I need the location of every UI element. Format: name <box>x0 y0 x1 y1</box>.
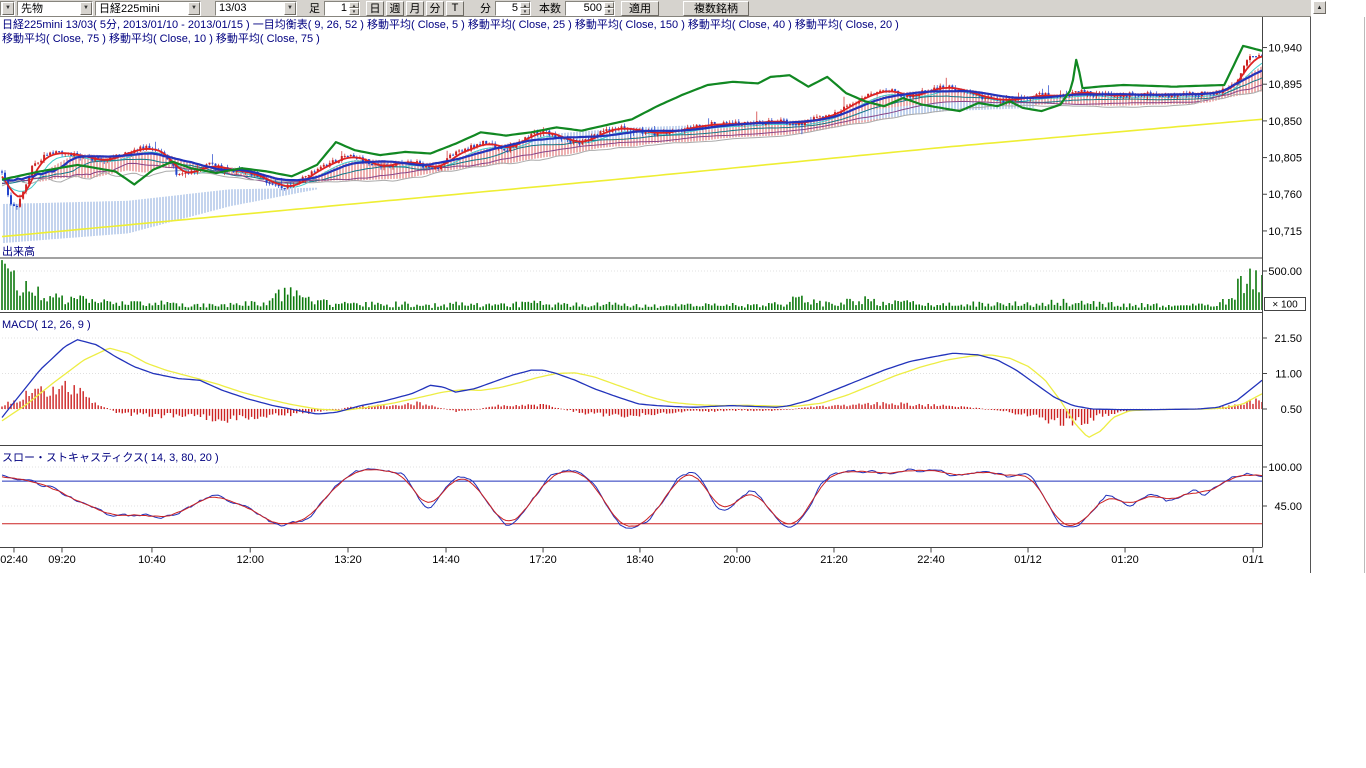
main-toolbar: ▼ 先物 ▼ 日経225mini ▼ 13/03 ▼ 足 1 ▲▼ 日 週 月 … <box>0 0 1311 17</box>
volume-multiplier-label: × 100 <box>1272 300 1298 311</box>
period-tick-button[interactable]: T <box>446 1 464 16</box>
price-axis-label: 10,940 <box>1268 43 1302 55</box>
price-axis-label: 10,895 <box>1268 79 1302 91</box>
interval-value: 1 <box>325 2 349 14</box>
period-minute-button[interactable]: 分 <box>426 1 444 16</box>
bars-spinner[interactable]: 500 ▲▼ <box>565 1 615 16</box>
indicator-header-line2: 移動平均( Close, 75 ) 移動平均( Close, 10 ) 移動平均… <box>2 31 320 45</box>
macd-panel <box>1 338 1262 437</box>
dropdown-arrow-icon: ▼ <box>2 2 14 15</box>
stoch-panel <box>2 467 1262 528</box>
time-axis-label: 18:40 <box>626 554 654 566</box>
contract-month-dropdown[interactable]: 13/03 ▼ <box>215 1 297 16</box>
symbol-dropdown[interactable]: 日経225mini ▼ <box>95 1 201 16</box>
stoch-panel-title: スロー・ストキャスティクス( 14, 3, 80, 20 ) <box>2 451 219 464</box>
macd-axis-label: 0.50 <box>1281 404 1302 416</box>
edge-dropdown-stub[interactable]: ▼ <box>0 1 15 16</box>
instrument-type-value: 先物 <box>21 0 43 16</box>
price-axis-label: 10,850 <box>1268 116 1302 128</box>
multi-symbol-button[interactable]: 複数銘柄 <box>683 1 749 16</box>
period-day-button[interactable]: 日 <box>366 1 384 16</box>
apply-button[interactable]: 適用 <box>621 1 659 16</box>
spinner-arrows-icon[interactable]: ▲▼ <box>604 2 614 15</box>
spinner-arrows-icon[interactable]: ▲▼ <box>520 2 530 15</box>
panel-titles: 日経225mini 13/03( 5分, 2013/01/10 - 2013/0… <box>2 17 899 464</box>
bars-label: 本数 <box>539 0 561 16</box>
chart-canvas[interactable]: 10,940 10,895 10,850 10,805 10,760 10,715 500.… <box>0 17 1366 768</box>
spinner-arrows-icon[interactable]: ▲▼ <box>349 2 359 15</box>
time-axis-label: 10:40 <box>138 554 166 566</box>
macd-line <box>2 340 1262 418</box>
stoch-axis-label: 45.00 <box>1274 501 1302 513</box>
instrument-type-dropdown[interactable]: 先物 ▼ <box>17 1 93 16</box>
price-axis-label: 10,805 <box>1268 153 1302 165</box>
bars-value: 500 <box>566 2 604 14</box>
minutes-label: 分 <box>480 0 491 16</box>
dropdown-arrow-icon: ▼ <box>284 2 296 15</box>
time-axis-label: 21:20 <box>820 554 848 566</box>
time-axis-label: 02:40 <box>0 554 28 566</box>
time-axis-label: 13:20 <box>334 554 362 566</box>
stoch-k-line <box>2 469 1262 529</box>
price-panel <box>1 46 1263 243</box>
stoch-axis-label: 100.00 <box>1268 462 1302 474</box>
period-month-button[interactable]: 月 <box>406 1 424 16</box>
time-axis-label: 09:20 <box>48 554 76 566</box>
ichimoku-cloud-band <box>40 66 1262 183</box>
period-week-button[interactable]: 週 <box>386 1 404 16</box>
dropdown-arrow-icon: ▼ <box>188 2 200 15</box>
price-axis-label: 10,760 <box>1268 189 1302 201</box>
volume-axis-label: 500.00 <box>1268 266 1302 278</box>
time-axis-label: 17:20 <box>529 554 557 566</box>
macd-panel-title: MACD( 12, 26, 9 ) <box>2 319 91 331</box>
stoch-d-line <box>2 470 1262 527</box>
indicator-header-line1: 日経225mini 13/03( 5分, 2013/01/10 - 2013/0… <box>2 17 899 31</box>
minutes-value: 5 <box>496 2 520 14</box>
interval-spinner[interactable]: 1 ▲▼ <box>324 1 360 16</box>
time-axis-label: 14:40 <box>432 554 460 566</box>
scroll-up-button[interactable]: ▲ <box>1313 1 1326 14</box>
time-axis-label: 01/12 <box>1014 554 1042 566</box>
contract-month-value: 13/03 <box>219 2 247 14</box>
symbol-value: 日経225mini <box>99 0 160 16</box>
volume-panel <box>1 260 1263 310</box>
y-axis-labels: 10,940 10,895 10,850 10,805 10,760 10,715 500.… <box>1262 43 1306 513</box>
dropdown-arrow-icon: ▼ <box>80 2 92 15</box>
macd-axis-label: 21.50 <box>1274 333 1302 345</box>
time-axis-label: 01:20 <box>1111 554 1139 566</box>
minutes-spinner[interactable]: 5 ▲▼ <box>495 1 531 16</box>
price-axis-label: 10,715 <box>1268 226 1302 238</box>
macd-axis-label: 11.00 <box>1275 368 1302 380</box>
x-axis: 02:40 09:20 10:40 12:00 13:20 14:40 17:20 18:40… <box>0 548 1264 567</box>
ichimoku-cloud-band <box>2 188 317 244</box>
time-axis-label: 22:40 <box>917 554 945 566</box>
volume-panel-title: 出来高 <box>2 244 35 258</box>
time-axis-label: 20:00 <box>723 554 751 566</box>
time-axis-label: 12:00 <box>236 554 264 566</box>
time-axis-label: 01/1 <box>1242 554 1263 566</box>
timeframe-label: 足 <box>309 0 320 16</box>
